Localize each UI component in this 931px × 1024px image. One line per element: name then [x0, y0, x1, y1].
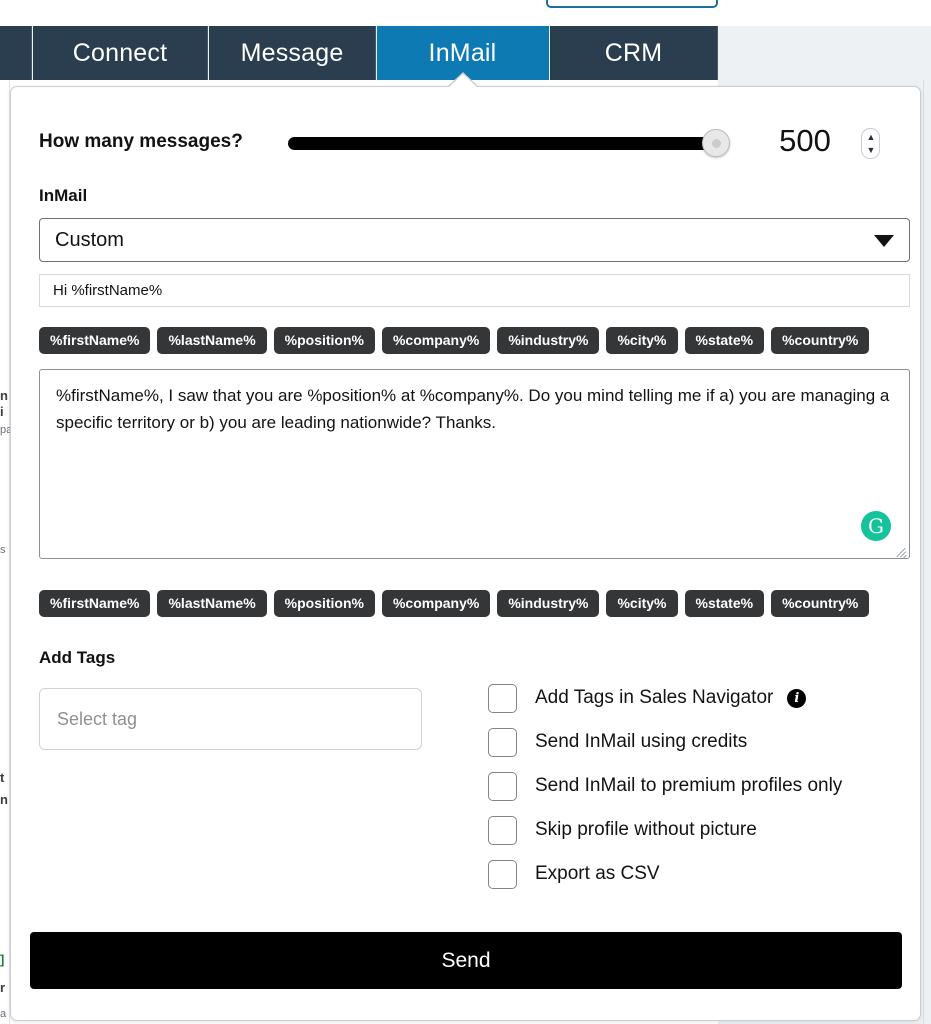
checkbox-2[interactable] [488, 771, 517, 801]
tag-chip[interactable]: %company% [381, 327, 491, 354]
checkbox-label: Export as CSV [535, 863, 660, 884]
background-text-fragment: t [0, 770, 5, 785]
background-text-fragment: r [0, 980, 6, 995]
checkbox-row[interactable]: Send InMail to premium profiles only [488, 764, 908, 808]
messages-count-slider-knob[interactable] [702, 129, 730, 157]
tag-chip[interactable]: %position% [273, 327, 375, 354]
chevron-down-icon[interactable]: ▼ [866, 146, 876, 155]
select-tag-placeholder: Select tag [57, 709, 138, 729]
tag-chip[interactable]: %state% [684, 590, 765, 617]
background-text-fragment: i [0, 404, 4, 419]
background-text-fragment: n [0, 388, 8, 403]
tag-chip[interactable]: %country% [771, 327, 870, 354]
tab-crm[interactable]: CRM [550, 26, 718, 80]
checkbox-row[interactable]: Export as CSV [488, 852, 908, 896]
tag-chip[interactable]: %country% [771, 590, 870, 617]
message-body-text: %firstName%, I saw that you are %positio… [56, 386, 890, 432]
select-tag-input[interactable]: Select tag [39, 688, 422, 750]
messages-count-value: 500 [779, 123, 831, 158]
background-text-fragment: s [0, 544, 6, 556]
tag-chip[interactable]: %lastName% [157, 590, 267, 617]
panel-caret-inner [448, 74, 478, 88]
info-icon[interactable]: i [787, 688, 807, 708]
tag-chip[interactable]: %city% [606, 327, 678, 354]
screen-root: n i pa s t n] r a Connect Message InMail CRM Ho… [0, 0, 931, 1024]
messages-count-label: How many messages? [39, 131, 243, 152]
subject-input[interactable]: Hi %firstName% [39, 274, 910, 307]
checkbox-label: Add Tags in Sales Navigator [535, 687, 774, 708]
background-text-fragment: a [0, 1008, 7, 1020]
message-body-textarea[interactable]: %firstName%, I saw that you are %positio… [39, 369, 910, 559]
messages-count-slider-track[interactable] [288, 137, 718, 150]
tag-chip[interactable]: %position% [273, 590, 375, 617]
tab-bar-left-stub [0, 26, 32, 80]
grammarly-icon[interactable]: G [861, 511, 891, 541]
checkbox-row[interactable]: Send InMail using credits [488, 720, 908, 764]
checkbox-0[interactable] [488, 683, 517, 713]
background-text-fragment: pa [0, 424, 10, 436]
checkbox-label: Skip profile without picture [535, 819, 757, 840]
checkbox-3[interactable] [488, 815, 517, 845]
background-blue-outlined-box[interactable] [546, 0, 718, 8]
tag-chip[interactable]: %firstName% [39, 327, 151, 354]
background-text-fragment: ] [0, 952, 5, 967]
grammarly-letter: G [868, 514, 884, 538]
chevron-down-icon[interactable] [874, 235, 894, 247]
tag-chips-top: %firstName% %lastName% %position% %company%… [39, 327, 870, 354]
background-left-column [0, 26, 10, 1024]
tag-chip[interactable]: %firstName% [39, 590, 151, 617]
background-top-strip [0, 0, 931, 26]
tag-chip[interactable]: %industry% [497, 327, 600, 354]
checkbox-1[interactable] [488, 727, 517, 757]
tab-message[interactable]: Message [209, 26, 376, 80]
tag-chip[interactable]: %city% [606, 590, 678, 617]
background-text-fragment: n [0, 792, 8, 807]
messages-count-stepper[interactable]: ▲ ▼ [861, 128, 880, 159]
textarea-resize-handle[interactable] [893, 542, 907, 559]
inmail-section-title: InMail [39, 186, 88, 205]
template-select-value: Custom [55, 229, 124, 251]
checkbox-label: Send InMail to premium profiles only [535, 775, 843, 796]
tag-chip[interactable]: %company% [381, 590, 491, 617]
options-checkbox-list: Add Tags in Sales Navigator i Send InMail … [488, 676, 908, 896]
checkbox-row[interactable]: Add Tags in Sales Navigator i [488, 676, 908, 720]
tag-chip[interactable]: %industry% [497, 590, 600, 617]
template-select[interactable]: Custom [39, 218, 910, 262]
chevron-up-icon[interactable]: ▲ [866, 133, 876, 142]
inmail-panel: How many messages? 500 ▲ ▼ InMail Custom… [10, 86, 921, 1021]
subject-input-value: Hi %firstName% [53, 282, 163, 299]
checkbox-label: Send InMail using credits [535, 731, 748, 752]
send-button[interactable]: Send [30, 932, 902, 989]
tag-chips-bottom: %firstName% %lastName% %position% %company%… [39, 590, 870, 617]
messages-count-row: How many messages? 500 ▲ ▼ [30, 123, 902, 163]
tab-connect[interactable]: Connect [33, 26, 208, 80]
tag-chip[interactable]: %state% [684, 327, 765, 354]
page-scrollbar[interactable] [923, 26, 931, 1024]
checkbox-row[interactable]: Skip profile without picture [488, 808, 908, 852]
add-tags-title: Add Tags [39, 648, 116, 667]
checkbox-4[interactable] [488, 859, 517, 889]
tag-chip[interactable]: %lastName% [157, 327, 267, 354]
